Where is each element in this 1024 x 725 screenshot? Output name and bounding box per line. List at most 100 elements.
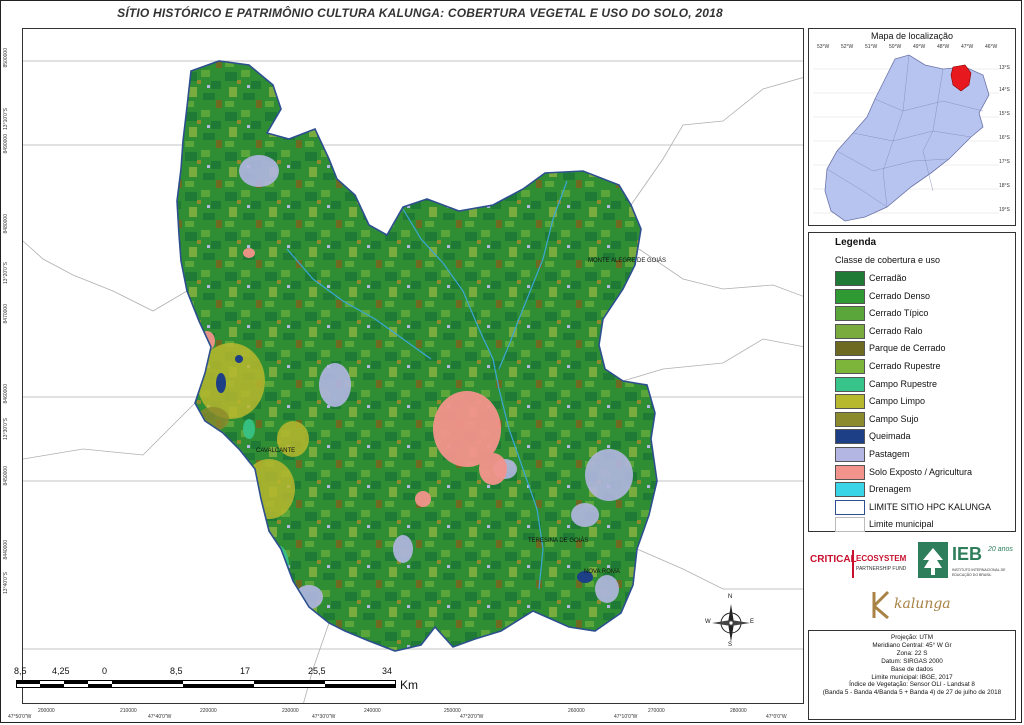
cepf-logo-text-a: CRITICAL — [810, 554, 857, 565]
legend-item: Campo Sujo — [835, 411, 1015, 427]
legend-label: Parque de Cerrado — [869, 343, 946, 354]
legend-swatch — [835, 341, 865, 357]
inset-lat-label: 17°S — [999, 159, 1010, 165]
ieb-logo-subtitle: INSTITUTO INTERNACIONAL DE EDUCAÇÃO DO B… — [952, 568, 1006, 577]
x-tick-label: 210000 — [120, 708, 137, 714]
legend-item: Drenagem — [835, 482, 1015, 498]
legend-item: Cerrado Rupestre — [835, 359, 1015, 374]
legend-swatch — [835, 499, 865, 515]
credit-line: Índice de Vegetação: Sensor OLI - Landsa… — [849, 681, 975, 689]
kalunga-logo-mark — [872, 590, 890, 620]
y-tick-label: 8470000 — [3, 304, 9, 324]
legend-label: LIMITE SITIO HPC KALUNGA — [869, 501, 992, 512]
y-tick-label: 8500000 — [3, 48, 9, 68]
legend-label: Cerrado Denso — [869, 290, 931, 301]
legend-label: Campo Limpo — [869, 396, 926, 407]
scale-bar: 8,5 4,25 0 8,5 17 25,5 34 Km — [14, 666, 434, 696]
kalunga-logo: kalunga — [870, 588, 951, 622]
x-tick-label: 280000 — [730, 708, 747, 714]
scale-label: 0 — [102, 666, 108, 676]
legend-swatch — [835, 411, 865, 427]
legend-swatch — [835, 288, 865, 304]
scale-label: 8,5 — [14, 666, 27, 676]
x-tick-label: 230000 — [282, 708, 299, 714]
legend-item: Campo Rupestre — [835, 376, 1015, 392]
legend-label: Cerradão — [869, 273, 907, 283]
y-tick-label: 8450000 — [3, 466, 9, 486]
legend-item: Campo Limpo — [835, 394, 1015, 410]
x-tick-label: 47°50'0"W — [8, 714, 32, 720]
inset-lon-label: 51°W — [865, 44, 878, 50]
y-tick-label: 8480000 — [3, 214, 9, 234]
legend-title: Legenda — [835, 237, 877, 248]
legend-swatch — [835, 464, 865, 480]
legend-item: Cerrado Ralo — [835, 323, 1015, 339]
x-tick-label: 47°0'0"W — [766, 714, 787, 720]
legend-item: Cerradão — [835, 271, 1015, 286]
legend-swatch — [835, 394, 865, 410]
y-tick-label: 13°40'0"S — [3, 572, 9, 594]
legend-swatch — [835, 359, 865, 374]
credit-line: Datum: SIRGAS 2000 — [881, 657, 943, 665]
legend-swatch — [835, 447, 865, 462]
ieb-logo-years: 20 anos — [988, 546, 1013, 553]
x-tick-label: 260000 — [568, 708, 585, 714]
legend-label: Queimada — [869, 431, 911, 442]
inset-title: Mapa de localização — [870, 31, 954, 41]
credit-line: (Banda 5 - Banda 4/Banda 5 + Banda 4) de… — [822, 689, 1002, 697]
map-canvas — [23, 60, 803, 703]
legend-label: Solo Exposto / Agricultura — [869, 466, 973, 477]
legend-item: Cerrado Típico — [835, 306, 1015, 322]
x-tick-label: 47°30'0"W — [312, 714, 336, 720]
credit-line: Zona: 22 S — [896, 649, 928, 657]
legend-label: Cerrado Típico — [869, 308, 929, 319]
goias-state-map — [813, 54, 999, 222]
inset-lon-label: 49°W — [913, 44, 926, 50]
map-credits: Projeção: UTM Meridiano Central: 45° W G… — [808, 630, 1016, 720]
legend-swatch — [835, 376, 865, 392]
scale-label: 17 — [240, 666, 251, 676]
inset-lon-label: 48°W — [937, 44, 950, 50]
legend-panel: Legenda Classe de cobertura e uso Cerrad… — [808, 232, 1016, 533]
credit-line: Projeção: UTM — [891, 634, 933, 641]
legend-item: LIMITE SITIO HPC KALUNGA — [835, 499, 1015, 515]
ieb-tree-icon — [918, 542, 948, 578]
east-label: E — [750, 619, 755, 625]
legend-swatch — [835, 271, 865, 286]
legend-subtitle: Classe de cobertura e uso — [835, 255, 941, 265]
x-tick-label: 220000 — [200, 708, 217, 714]
legend-label: Campo Rupestre — [869, 378, 938, 389]
north-arrow: N S E W — [705, 594, 756, 648]
x-tick-label: 47°10'0"W — [614, 714, 638, 720]
place-label: TERESINA DE GOIÁS — [528, 538, 589, 544]
scale-label: 8,5 — [170, 666, 183, 676]
inset-lat-label: 19°S — [999, 207, 1010, 213]
place-label: CAVALCANTE — [256, 448, 296, 454]
inset-lat-label: 15°S — [999, 111, 1010, 117]
scale-label: 4,25 — [52, 666, 70, 676]
inset-lon-label: 47°W — [961, 44, 974, 50]
north-label: N — [728, 594, 733, 600]
legend-label: Campo Sujo — [869, 413, 919, 424]
ieb-logo: IEB 20 anos INSTITUTO INTERNACIONAL DE E… — [918, 542, 1016, 582]
legend-swatch — [835, 429, 865, 445]
legend-swatch — [835, 323, 865, 339]
place-label: MONTE ALEGRE DE GOIÁS — [588, 258, 667, 264]
scale-bar-graphic — [16, 680, 396, 688]
legend-swatch — [835, 306, 865, 322]
x-tick-label: 200000 — [38, 708, 55, 714]
south-label: S — [728, 642, 733, 648]
cepf-logo-text-b: ECOSYSTEM — [856, 554, 907, 563]
main-map[interactable] — [22, 28, 804, 704]
x-tick-label: 270000 — [648, 708, 665, 714]
legend-item: Parque de Cerrado — [835, 341, 1015, 357]
scale-label: 34 — [382, 666, 393, 676]
inset-lon-label: 50°W — [889, 44, 902, 50]
y-tick-label: 13°10'0"S — [3, 108, 9, 130]
x-tick-label: 240000 — [364, 708, 381, 714]
legend-label: Limite municipal — [869, 519, 934, 530]
cepf-logo: CRITICAL ECOSYSTEM PARTNERSHIP FUND — [810, 550, 914, 586]
legend-item: Limite municipal — [835, 517, 1015, 533]
y-tick-label: 8440000 — [3, 540, 9, 560]
x-tick-label: 47°40'0"W — [148, 714, 172, 720]
